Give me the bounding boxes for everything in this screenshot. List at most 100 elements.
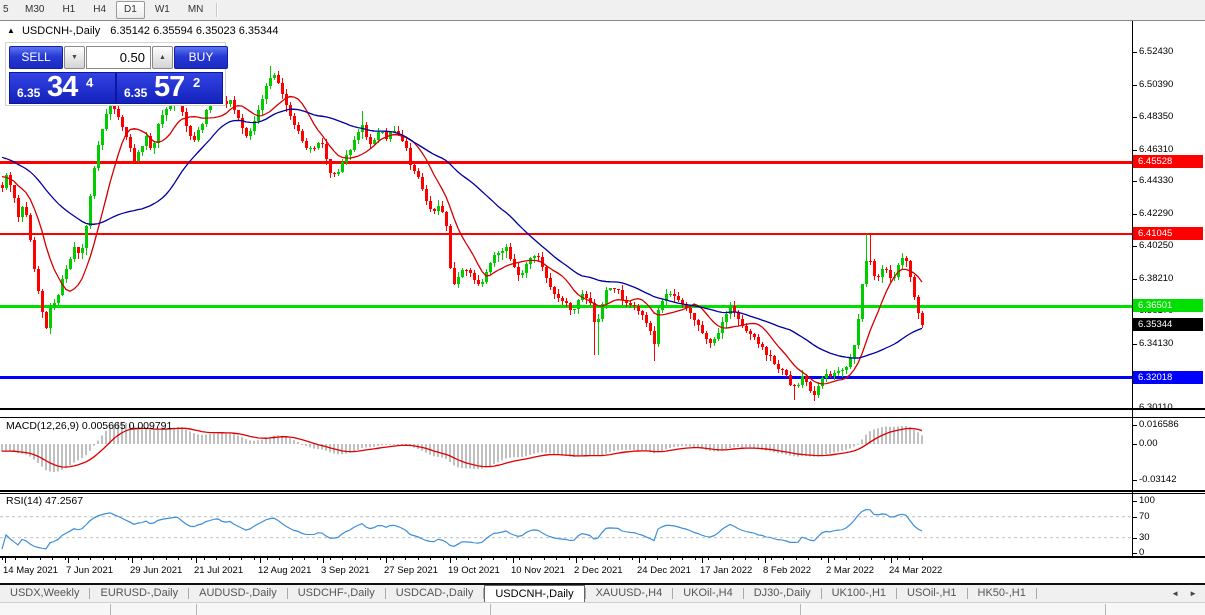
status-bar-separator: [110, 604, 111, 615]
y-axis-tick-label: 6.46310: [1139, 143, 1174, 155]
x-axis-minor-tick: [128, 558, 129, 560]
x-axis-minor-tick: [52, 558, 54, 560]
pane-separator[interactable]: [0, 490, 1205, 492]
x-axis-minor-tick: [468, 558, 470, 560]
x-axis-minor-tick: [569, 558, 570, 560]
buy-price-prefix: 6.35: [124, 86, 148, 100]
x-axis-minor-tick: [2, 558, 3, 560]
rsi-axis-tick-mark: [1132, 501, 1137, 502]
y-axis-tick-mark: [1132, 407, 1137, 409]
x-axis-minor-tick: [682, 558, 684, 560]
x-axis-minor-tick: [921, 558, 923, 560]
timeframe-button-m30[interactable]: M30: [17, 1, 52, 19]
x-axis-minor-tick: [657, 558, 659, 560]
tab-scroll-right-button[interactable]: ►: [1189, 589, 1197, 598]
sell-price-display[interactable]: 6.35 34 4: [9, 71, 116, 104]
sell-button[interactable]: SELL: [9, 46, 63, 69]
x-axis-minor-tick: [304, 558, 306, 560]
x-axis-date-label: 24 Mar 2022: [889, 565, 943, 576]
y-axis-tick-mark: [1132, 149, 1137, 151]
x-axis-minor-tick: [14, 558, 16, 560]
x-axis-minor-tick: [455, 558, 457, 560]
y-axis-tick-label: 6.38210: [1139, 272, 1174, 284]
y-axis-tick-label: 6.42290: [1139, 207, 1174, 219]
pane-separator[interactable]: [0, 408, 1205, 410]
x-axis-minor-tick: [241, 558, 243, 560]
x-axis-date-label: 3 Sep 2021: [321, 565, 370, 576]
y-axis-tick-label: 6.30110: [1139, 401, 1173, 413]
timeframe-button-mn[interactable]: MN: [180, 1, 212, 19]
x-axis-minor-tick: [342, 558, 344, 560]
x-axis-minor-tick: [556, 558, 558, 560]
macd-axis-tick-label: 0.00: [1139, 438, 1158, 449]
volume-increase-button[interactable]: ▲: [152, 46, 173, 69]
x-axis-minor-tick: [191, 558, 192, 560]
x-axis-minor-tick: [203, 558, 205, 560]
x-axis-minor-tick: [669, 558, 671, 560]
x-axis-date-label: 29 Jun 2021: [130, 565, 183, 576]
status-bar: [0, 602, 1205, 615]
timeframe-button-h4[interactable]: H4: [85, 1, 114, 19]
x-axis-tick-mark: [323, 558, 324, 563]
x-axis-minor-tick: [405, 558, 407, 560]
x-axis-tick-mark: [702, 558, 703, 563]
x-axis-date-label: 21 Jul 2021: [194, 565, 244, 576]
chart-tab-xauusd-h4[interactable]: XAUUSD-,H4: [586, 585, 673, 602]
chart-tab-ukoil-h4[interactable]: UKOil-,H4: [673, 585, 743, 602]
buy-button[interactable]: BUY: [174, 46, 228, 69]
chart-tab-usdcad-daily[interactable]: USDCAD-,Daily: [386, 585, 484, 602]
x-axis-minor-tick: [858, 558, 860, 560]
collapse-quote-panel-arrow[interactable]: ▲: [7, 26, 15, 35]
chart-tab-hk50-h1[interactable]: HK50-,H1: [968, 585, 1036, 602]
x-axis-minor-tick: [581, 558, 583, 560]
chart-tab-usdx-weekly[interactable]: USDX,Weekly: [0, 585, 89, 602]
tab-scroll-arrows: ◄ ►: [1171, 585, 1205, 602]
rsi-axis-tick-mark: [1132, 537, 1137, 539]
x-axis-minor-tick: [354, 558, 356, 560]
x-axis-minor-tick: [896, 558, 898, 560]
x-axis-minor-tick: [619, 558, 621, 560]
chart-tab-eurusd-daily[interactable]: EURUSD-,Daily: [90, 585, 188, 602]
x-axis-date-label: 2 Dec 2021: [574, 565, 623, 576]
timeframe-button-w1[interactable]: W1: [147, 1, 178, 19]
hline-price-tag: 6.41045: [1133, 226, 1203, 240]
y-axis-tick-mark: [1132, 52, 1137, 53]
y-axis-tick-mark: [1132, 181, 1137, 183]
x-axis-tick-mark: [5, 558, 6, 563]
rsi-axis-tick-label: 100: [1139, 495, 1155, 506]
sell-price-prefix: 6.35: [17, 86, 41, 100]
timeframe-button-5[interactable]: 5: [1, 1, 15, 19]
x-axis-minor-tick: [531, 558, 533, 560]
chart-tab-usdchf-daily[interactable]: USDCHF-,Daily: [288, 585, 385, 602]
macd-axis-tick-label: 0.016586: [1139, 419, 1179, 430]
tab-scroll-left-button[interactable]: ◄: [1171, 589, 1179, 598]
y-axis-tick-label: 6.40250: [1139, 240, 1174, 252]
timeframe-button-h1[interactable]: H1: [54, 1, 83, 19]
hline-price-tag: 6.32018: [1133, 370, 1203, 384]
pane-border: [0, 417, 1205, 418]
x-axis-minor-tick: [165, 558, 167, 560]
buy-price-display[interactable]: 6.35 57 2: [116, 71, 223, 104]
x-axis-minor-tick: [720, 558, 722, 560]
rsi-canvas[interactable]: [0, 494, 1132, 556]
chart-tab-usdcnh-daily[interactable]: USDCNH-,Daily: [484, 585, 585, 602]
x-axis-tick-mark: [68, 558, 69, 563]
volume-decrease-button[interactable]: ▼: [64, 46, 85, 69]
timeframe-button-d1[interactable]: D1: [116, 1, 145, 19]
x-axis-minor-tick: [758, 558, 759, 560]
x-axis-date-label: 19 Oct 2021: [448, 565, 500, 576]
x-axis-tick-mark: [891, 558, 892, 563]
sell-price-big-digits: 34: [47, 71, 78, 103]
x-axis-minor-tick: [367, 558, 369, 560]
chart-tab-audusd-daily[interactable]: AUDUSD-,Daily: [189, 585, 287, 602]
toolbar-separator: [216, 3, 219, 17]
chart-tab-uk100-h1[interactable]: UK100-,H1: [822, 585, 896, 602]
x-axis-date-label: 2 Mar 2022: [826, 565, 875, 576]
x-axis-date-label: 10 Nov 2021: [511, 565, 565, 576]
volume-input[interactable]: 0.50: [86, 46, 151, 69]
chart-tab-usoil-h1[interactable]: USOil-,H1: [897, 585, 967, 602]
chart-tab-dj30-daily[interactable]: DJ30-,Daily: [744, 585, 821, 602]
x-axis-minor-tick: [266, 558, 268, 560]
x-axis-minor-tick: [821, 558, 822, 560]
x-axis-minor-tick: [506, 558, 507, 560]
